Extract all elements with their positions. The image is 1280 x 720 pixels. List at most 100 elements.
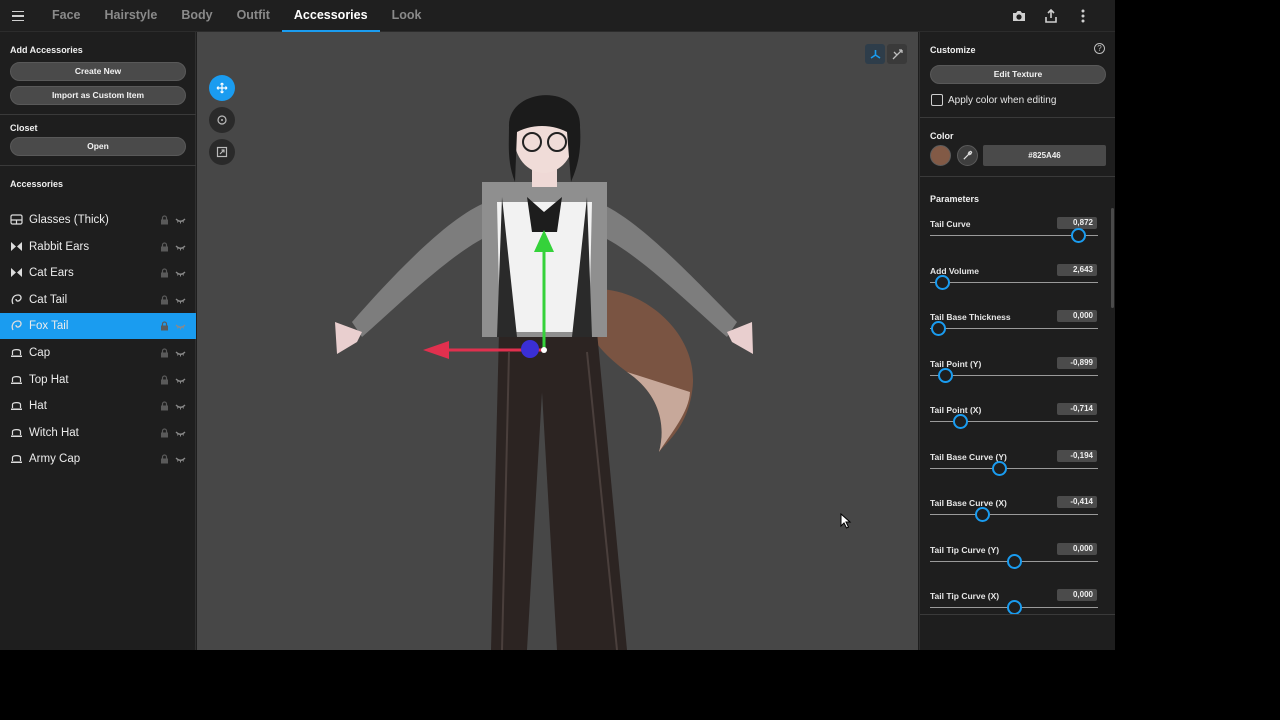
- accessory-item-top-hat[interactable]: Top Hat: [0, 367, 196, 393]
- param-label: Add Volume: [930, 265, 979, 276]
- param-value-field[interactable]: 0,000: [1057, 310, 1097, 322]
- lock-icon[interactable]: [160, 321, 169, 331]
- visibility-icon[interactable]: [175, 321, 186, 331]
- lock-icon[interactable]: [160, 375, 169, 385]
- param-slider-knob[interactable]: [931, 321, 947, 336]
- lock-icon[interactable]: [160, 401, 169, 411]
- param-slider-knob[interactable]: [938, 367, 954, 383]
- param-label: Tail Tip Curve (X): [930, 591, 1000, 601]
- param-slider-knob[interactable]: [975, 507, 991, 522]
- divider: [920, 614, 1115, 615]
- accessory-item-cat-tail[interactable]: Cat Tail: [0, 287, 196, 313]
- customize-title: Customize: [930, 45, 976, 55]
- visibility-icon[interactable]: [175, 295, 186, 305]
- param-slider-knob[interactable]: [953, 414, 969, 429]
- menu-icon[interactable]: [8, 6, 28, 26]
- accessory-item-witch-hat[interactable]: Witch Hat: [0, 420, 196, 446]
- accessory-label: Top Hat: [29, 373, 69, 386]
- lock-icon[interactable]: [160, 295, 169, 305]
- accessory-label: Rabbit Ears: [29, 240, 90, 253]
- accessory-item-army-cap[interactable]: Army Cap: [0, 446, 196, 472]
- open-closet-button[interactable]: Open: [10, 137, 186, 156]
- param-slider-knob[interactable]: [934, 274, 950, 290]
- visibility-icon[interactable]: [175, 401, 186, 411]
- accessory-item-cap[interactable]: Cap: [0, 340, 196, 366]
- param-label: Tail Base Thickness: [930, 312, 1011, 322]
- param-label: Tail Curve: [930, 219, 971, 229]
- accessory-label: Hat: [29, 400, 47, 413]
- more-vertical-icon[interactable]: [1074, 7, 1092, 25]
- color-swatch[interactable]: [930, 145, 951, 166]
- visibility-icon[interactable]: [175, 215, 186, 225]
- create-new-button[interactable]: Create New: [10, 62, 186, 81]
- lock-icon[interactable]: [160, 428, 169, 438]
- visibility-icon[interactable]: [175, 268, 186, 278]
- param-label: Tail Base Curve (Y): [930, 451, 1007, 462]
- edit-texture-button[interactable]: Edit Texture: [930, 65, 1106, 84]
- param-value-field[interactable]: 0,000: [1057, 589, 1097, 601]
- visibility-icon[interactable]: [175, 454, 186, 464]
- accessories-panel: Add Accessories Create New Import as Cus…: [0, 32, 196, 650]
- eyedropper-icon[interactable]: [957, 145, 978, 166]
- share-icon[interactable]: [1042, 7, 1060, 25]
- param-slider-knob[interactable]: [1007, 553, 1022, 569]
- lock-icon[interactable]: [160, 348, 169, 358]
- accessory-label: Witch Hat: [29, 426, 79, 439]
- tab-look[interactable]: Look: [380, 0, 434, 32]
- param-slider-knob[interactable]: [1070, 228, 1086, 243]
- param-value-field[interactable]: 2,643: [1057, 263, 1097, 276]
- visibility-icon[interactable]: [175, 348, 186, 358]
- lock-icon[interactable]: [160, 215, 169, 225]
- tab-outfit[interactable]: Outfit: [225, 0, 282, 32]
- tab-face[interactable]: Face: [40, 0, 93, 32]
- ears-icon: [10, 240, 23, 253]
- lock-icon[interactable]: [160, 454, 169, 464]
- visibility-icon[interactable]: [175, 242, 186, 252]
- param-slider-knob[interactable]: [1007, 600, 1022, 615]
- add-accessories-title: Add Accessories: [10, 45, 83, 55]
- param-tail-base-curve-y: Tail Base Curve (Y) -0,194: [930, 449, 1098, 496]
- accessory-item-cat-ears[interactable]: Cat Ears: [0, 260, 196, 286]
- param-slider-track[interactable]: [930, 281, 1098, 283]
- ears-icon: [10, 266, 23, 279]
- param-slider-track[interactable]: [930, 374, 1098, 376]
- camera-icon[interactable]: [1010, 7, 1028, 25]
- param-tail-base-thickness: Tail Base Thickness 0,000: [930, 310, 1098, 356]
- param-value-field[interactable]: -0,714: [1057, 403, 1097, 415]
- apply-color-checkbox[interactable]: [931, 94, 943, 106]
- tab-hairstyle[interactable]: Hairstyle: [93, 0, 170, 32]
- accessory-item-rabbit-ears[interactable]: Rabbit Ears: [0, 234, 196, 260]
- lock-icon[interactable]: [160, 268, 169, 278]
- 3d-viewport[interactable]: [197, 32, 918, 650]
- tab-body[interactable]: Body: [169, 0, 224, 32]
- divider: [920, 176, 1115, 177]
- app-window: Face Hairstyle Body Outfit Accessories Look A…: [0, 0, 1115, 650]
- param-slider-track[interactable]: [930, 467, 1098, 469]
- lock-icon[interactable]: [160, 242, 169, 252]
- accessory-item-hat[interactable]: Hat: [0, 393, 196, 419]
- param-slider-track[interactable]: [930, 514, 1098, 515]
- visibility-icon[interactable]: [175, 428, 186, 438]
- param-value-field[interactable]: -0,414: [1057, 496, 1097, 508]
- import-custom-item-button[interactable]: Import as Custom Item: [10, 86, 186, 105]
- param-value-field[interactable]: -0,194: [1057, 449, 1097, 462]
- color-hex-field[interactable]: #825A46: [983, 145, 1106, 166]
- param-slider-knob[interactable]: [991, 460, 1007, 476]
- tab-accessories[interactable]: Accessories: [281, 0, 380, 32]
- accessory-item-fox-tail[interactable]: Fox Tail: [0, 313, 196, 340]
- param-value-field[interactable]: -0,899: [1057, 356, 1097, 369]
- help-icon[interactable]: ?: [1094, 43, 1105, 54]
- mouse-cursor-icon: [840, 513, 852, 529]
- divider: [920, 117, 1115, 118]
- category-tabs: Face Hairstyle Body Outfit Accessories Look: [40, 0, 433, 32]
- accessory-label: Cap: [29, 347, 51, 359]
- scrollbar[interactable]: [1111, 208, 1114, 308]
- param-slider-track[interactable]: [930, 328, 1098, 329]
- avatar-model: [335, 95, 753, 650]
- top-bar: Face Hairstyle Body Outfit Accessories Look: [0, 0, 1115, 32]
- param-tail-point-x: Tail Point (X) -0,714: [930, 403, 1098, 449]
- visibility-icon[interactable]: [175, 375, 186, 385]
- tail-icon: [10, 319, 23, 332]
- param-value-field[interactable]: 0,000: [1057, 542, 1097, 555]
- accessory-item-glasses-thick[interactable]: Glasses (Thick): [0, 207, 196, 233]
